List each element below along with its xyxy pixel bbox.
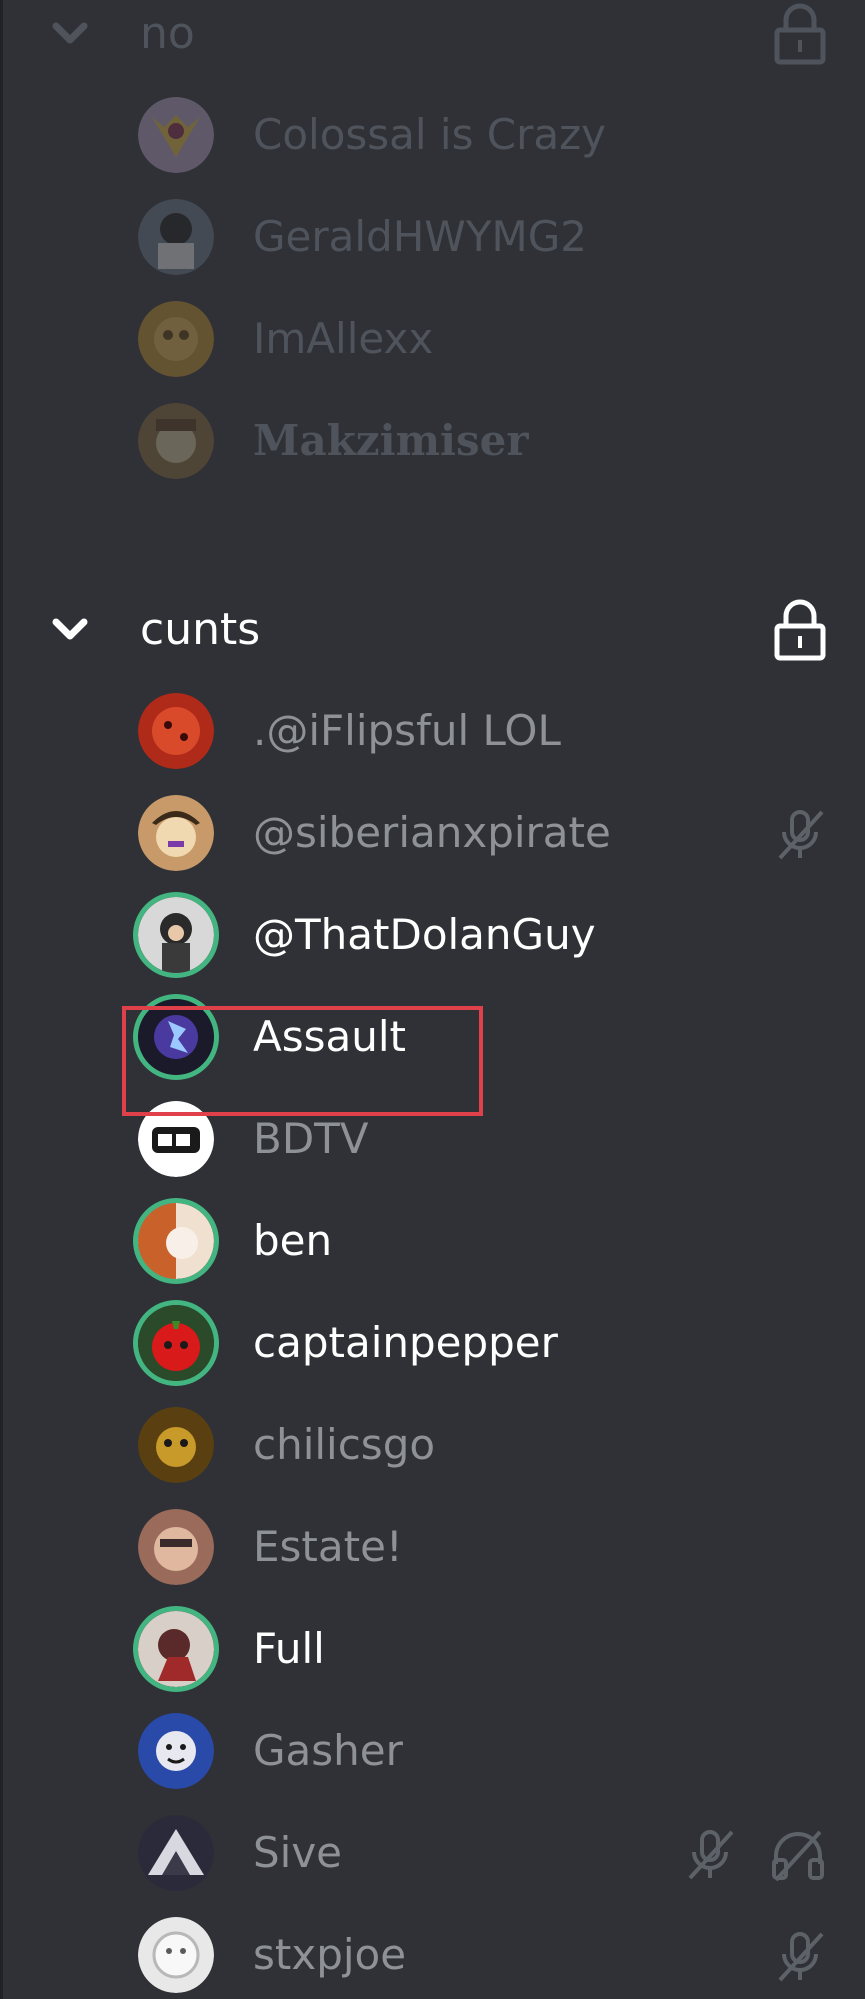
user-avatar bbox=[138, 199, 214, 275]
lock-icon bbox=[774, 3, 826, 65]
voice-user-row[interactable]: stxpjoe bbox=[0, 1904, 865, 1999]
user-avatar bbox=[138, 1407, 214, 1483]
channel-header[interactable]: cunts bbox=[0, 580, 865, 680]
voice-user-row[interactable]: Makzimiser bbox=[0, 390, 865, 492]
user-name: ben bbox=[253, 1216, 333, 1265]
user-avatar bbox=[138, 1203, 214, 1279]
user-avatar bbox=[138, 1917, 214, 1993]
muted-mic-icon bbox=[688, 1830, 734, 1880]
user-name: Makzimiser bbox=[253, 416, 529, 465]
voice-user-row[interactable]: .@iFlipsful LOL bbox=[0, 680, 865, 782]
voice-user-row[interactable]: @siberianxpirate bbox=[0, 782, 865, 884]
highlight-box bbox=[122, 1006, 483, 1116]
user-avatar bbox=[138, 1305, 214, 1381]
user-name: BDTV bbox=[253, 1114, 369, 1163]
user-name: ImAllexx bbox=[253, 314, 434, 363]
user-avatar bbox=[138, 301, 214, 377]
muted-mic-icon bbox=[778, 1932, 824, 1982]
user-name: Estate! bbox=[253, 1522, 403, 1571]
user-avatar bbox=[138, 897, 214, 973]
user-avatar bbox=[138, 693, 214, 769]
user-name: GeraldHWYMG2 bbox=[253, 212, 587, 261]
voice-user-row[interactable]: Estate! bbox=[0, 1496, 865, 1598]
muted-mic-icon bbox=[778, 810, 824, 860]
voice-user-row[interactable]: Sive bbox=[0, 1802, 865, 1904]
voice-user-row[interactable]: Gasher bbox=[0, 1700, 865, 1802]
user-name: stxpjoe bbox=[253, 1930, 407, 1979]
user-name: @siberianxpirate bbox=[253, 808, 611, 857]
lock-icon bbox=[774, 599, 826, 661]
deafened-headphones-icon bbox=[772, 1830, 824, 1882]
voice-user-row[interactable]: captainpepper bbox=[0, 1292, 865, 1394]
user-avatar bbox=[138, 1713, 214, 1789]
voice-channel-list: no Colossal is Crazy GeraldHWYMG2 ImAlle… bbox=[0, 0, 865, 1999]
user-avatar bbox=[138, 1509, 214, 1585]
user-name: captainpepper bbox=[253, 1318, 558, 1367]
user-name: Colossal is Crazy bbox=[253, 110, 607, 159]
chevron-down-icon[interactable] bbox=[48, 608, 92, 652]
user-avatar bbox=[138, 403, 214, 479]
voice-user-row[interactable]: ben bbox=[0, 1190, 865, 1292]
channel-name: cunts bbox=[140, 604, 261, 655]
chevron-down-icon[interactable] bbox=[48, 12, 92, 56]
voice-user-row[interactable]: chilicsgo bbox=[0, 1394, 865, 1496]
user-name: @ThatDolanGuy bbox=[253, 910, 596, 959]
channel-header[interactable]: no bbox=[0, 0, 865, 84]
voice-user-row[interactable]: Full bbox=[0, 1598, 865, 1700]
user-name: Full bbox=[253, 1624, 325, 1673]
user-avatar bbox=[138, 1611, 214, 1687]
voice-user-row[interactable]: ImAllexx bbox=[0, 288, 865, 390]
user-avatar bbox=[138, 795, 214, 871]
user-name: chilicsgo bbox=[253, 1420, 436, 1469]
voice-user-row[interactable]: GeraldHWYMG2 bbox=[0, 186, 865, 288]
user-avatar bbox=[138, 1815, 214, 1891]
voice-user-row[interactable]: @ThatDolanGuy bbox=[0, 884, 865, 986]
user-name: Gasher bbox=[253, 1726, 403, 1775]
user-name: .@iFlipsful LOL bbox=[253, 706, 561, 755]
voice-user-row[interactable]: Colossal is Crazy bbox=[0, 84, 865, 186]
user-name: Sive bbox=[253, 1828, 343, 1877]
channel-name: no bbox=[140, 8, 195, 59]
user-avatar bbox=[138, 97, 214, 173]
